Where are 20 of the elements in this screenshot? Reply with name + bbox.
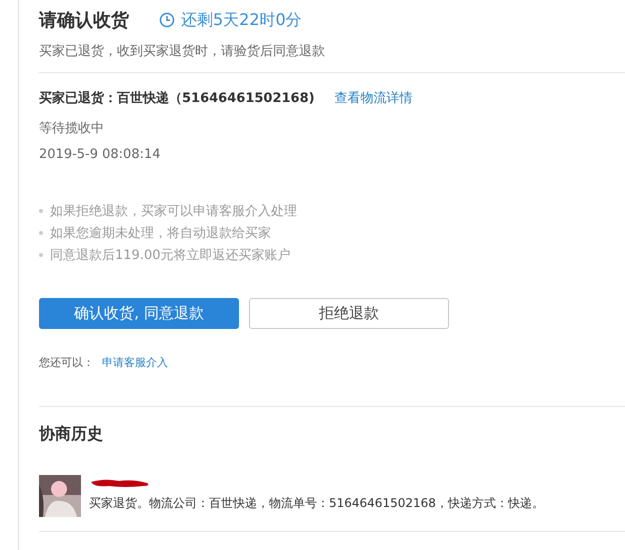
bullet-icon (39, 209, 43, 213)
shipment-label: 买家已退货：百世快递（51646461502168) (39, 90, 315, 107)
countdown-text: 还剩5天22时0分 (181, 10, 302, 30)
subtitle: 买家已退货，收到买家退货时，请验货后同意退款 (39, 43, 326, 60)
history-message: 买家退货。物流公司：百世快递，物流单号：51646461502168，快递方式：快递。 (89, 495, 544, 512)
section-title: 协商历史 (39, 424, 104, 445)
page-title: 请确认收货 (39, 9, 129, 32)
confirm-button[interactable]: 确认收货, 同意退款 (39, 298, 239, 329)
service-link[interactable]: 申请客服介入 (102, 355, 168, 370)
note-text: 同意退款后119.00元将立即返还买家账户 (50, 247, 290, 264)
reject-button[interactable]: 拒绝退款 (249, 298, 449, 329)
logistics-link[interactable]: 查看物流详情 (334, 89, 413, 107)
clock-icon (159, 12, 175, 28)
status-text: 等待揽收中 (39, 120, 105, 137)
timestamp: 2019-5-9 08:08:14 (39, 147, 162, 162)
more-label: 您还可以： (39, 355, 94, 370)
bullet-icon (39, 253, 43, 257)
bullet-icon (39, 231, 43, 235)
note-text: 如果您逾期未处理，将自动退款给买家 (50, 225, 271, 242)
note-text: 如果拒绝退款，买家可以申请客服介入处理 (50, 203, 297, 220)
